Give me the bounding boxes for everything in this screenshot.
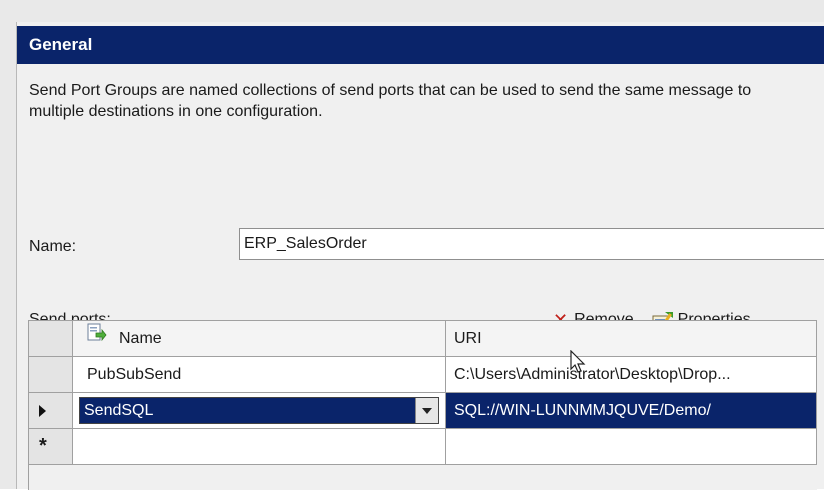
new-row-asterisk-icon: * xyxy=(39,435,47,457)
current-row-arrow-icon xyxy=(39,405,46,417)
column-header-name-label: Name xyxy=(119,330,162,347)
row-header-corner xyxy=(29,321,73,357)
mouse-cursor-icon xyxy=(570,349,586,379)
name-input[interactable]: ERP_SalesOrder xyxy=(239,228,824,260)
table-row[interactable]: PubSubSend C:\Users\Administrator\Deskto… xyxy=(29,357,817,393)
row-name-cell[interactable] xyxy=(73,429,446,465)
row-selector[interactable] xyxy=(29,357,73,393)
grid-header-row: Name URI xyxy=(29,321,817,357)
table-row-new[interactable]: * xyxy=(29,429,817,465)
row-selector-current[interactable] xyxy=(29,393,73,429)
send-port-combobox[interactable]: SendSQL xyxy=(79,397,439,424)
table-row-selected[interactable]: SendSQL SQL://WIN-LUNNMMJQUVE/Demo/ xyxy=(29,393,817,429)
row-uri-cell[interactable] xyxy=(446,429,817,465)
column-header-uri[interactable]: URI xyxy=(446,321,817,357)
row-name-cell[interactable]: PubSubSend xyxy=(73,357,446,393)
row-uri-cell[interactable]: SQL://WIN-LUNNMMJQUVE/Demo/ xyxy=(446,393,817,429)
send-port-icon xyxy=(87,321,107,356)
column-header-name[interactable]: Name xyxy=(73,321,446,357)
chevron-down-icon xyxy=(422,407,432,414)
row-selector-new[interactable]: * xyxy=(29,429,73,465)
name-label: Name: xyxy=(29,238,77,255)
section-description: Send Port Groups are named collections o… xyxy=(29,82,752,120)
row-uri-cell[interactable]: C:\Users\Administrator\Desktop\Drop... xyxy=(446,357,817,393)
row-name-cell[interactable]: SendSQL xyxy=(73,393,446,429)
combobox-dropdown-button[interactable] xyxy=(415,398,438,423)
send-ports-grid: Name URI PubSubSend C:\Users\Administrat… xyxy=(28,320,817,490)
section-header: General xyxy=(17,26,824,64)
combobox-value: SendSQL xyxy=(84,402,154,419)
